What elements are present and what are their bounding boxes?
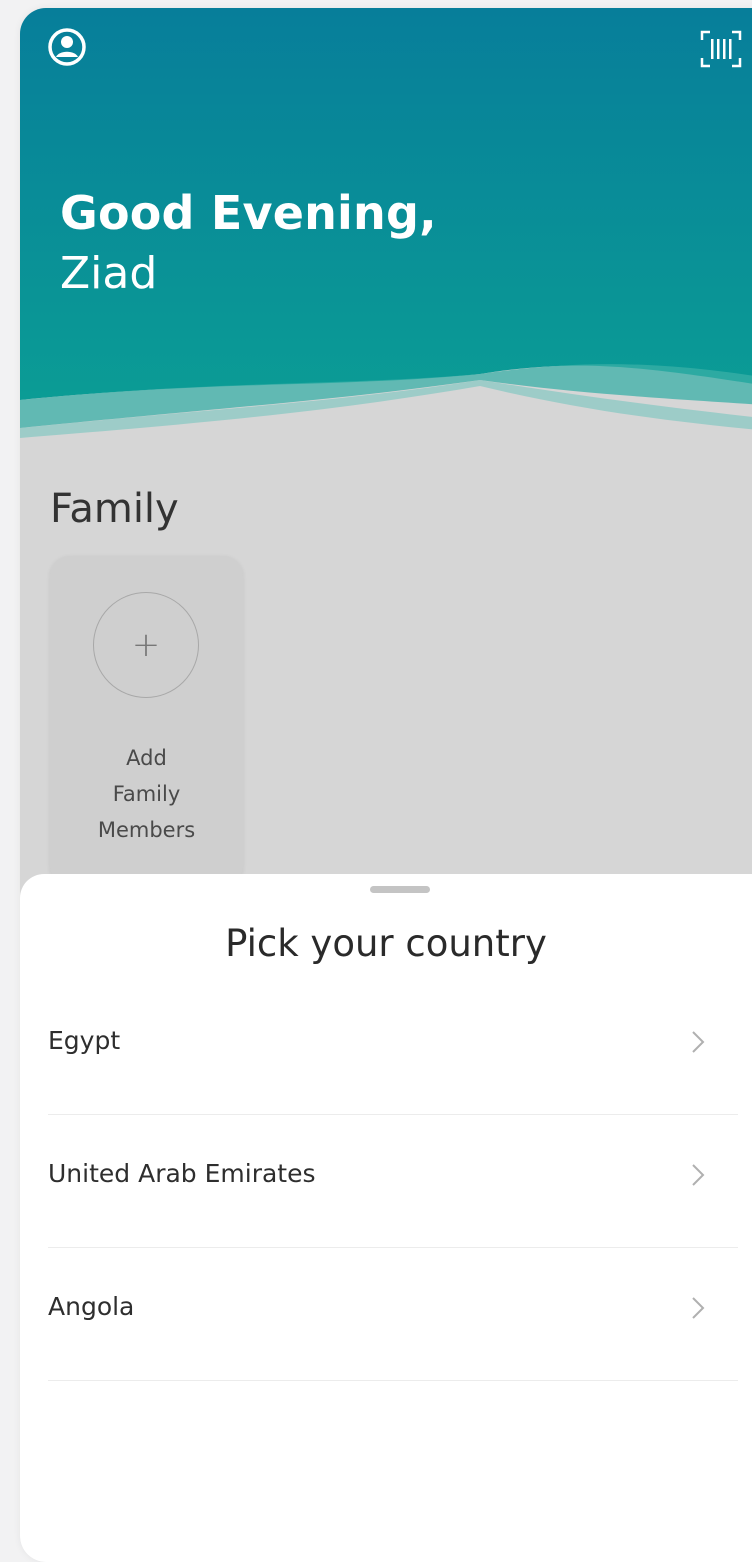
- chevron-right-icon: [692, 1164, 705, 1186]
- add-family-member-card[interactable]: + Add Family Members: [50, 556, 243, 886]
- profile-button[interactable]: [46, 26, 88, 68]
- country-item-united-arab-emirates[interactable]: United Arab Emirates: [48, 1115, 738, 1248]
- sheet-drag-handle[interactable]: [370, 886, 430, 893]
- country-item-angola[interactable]: Angola: [48, 1248, 738, 1381]
- add-label-line: Members: [97, 818, 196, 842]
- plus-icon: +: [93, 592, 199, 698]
- country-name: United Arab Emirates: [48, 1159, 316, 1188]
- sheet-title: Pick your country: [225, 922, 547, 965]
- chevron-right-icon: [692, 1031, 705, 1053]
- user-name: Ziad: [60, 248, 158, 299]
- country-list: Egypt United Arab Emirates Angola: [48, 982, 738, 1381]
- scan-button[interactable]: [700, 30, 742, 68]
- country-name: Egypt: [48, 1026, 121, 1055]
- greeting-header: Good Evening, Ziad: [20, 8, 752, 448]
- add-label-line: Add: [126, 746, 167, 770]
- add-label-line: Family: [112, 782, 181, 806]
- country-name: Angola: [48, 1292, 135, 1321]
- family-section-title: Family: [50, 486, 179, 532]
- chevron-right-icon: [692, 1297, 705, 1319]
- app-screen: Good Evening, Ziad Family + Add Family M…: [20, 8, 752, 1562]
- user-circle-icon: [48, 28, 86, 66]
- country-item-egypt[interactable]: Egypt: [48, 982, 738, 1115]
- greeting-text: Good Evening,: [60, 186, 437, 240]
- add-family-member-label: Add Family Members: [50, 740, 243, 848]
- barcode-scan-icon: [700, 30, 742, 68]
- country-picker-sheet: Pick your country Egypt United Arab Emir…: [20, 874, 752, 1562]
